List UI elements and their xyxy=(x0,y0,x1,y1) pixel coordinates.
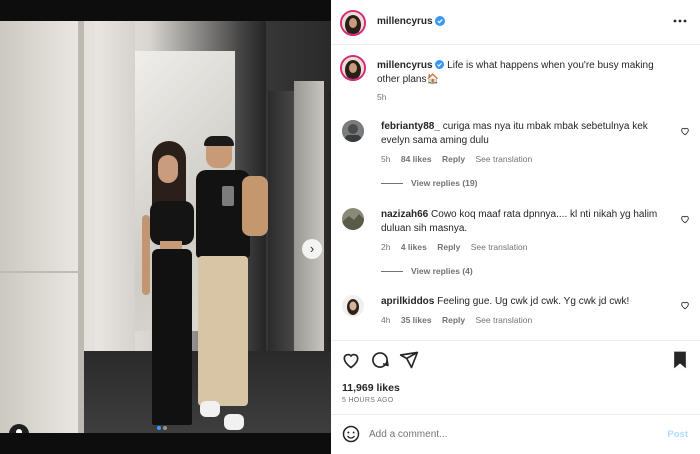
comment-likes[interactable]: 4 likes xyxy=(401,242,427,252)
reply-button[interactable]: Reply xyxy=(437,242,460,252)
post-sidebar: millencyrus millencyrus Life is what hap… xyxy=(331,0,700,454)
avatar-image xyxy=(342,208,364,230)
avatar-image xyxy=(342,57,364,79)
comment-meta: 2h 4 likes Reply See translation xyxy=(381,242,535,252)
post-media: › xyxy=(0,0,331,454)
comment-text: Feeling gue. Ug cwk jd cwk. Yg cwk jd cw… xyxy=(437,296,630,307)
comment-body: febrianty88_ curiga mas nya itu mbak mba… xyxy=(381,120,671,148)
verified-badge-icon xyxy=(435,16,445,26)
see-translation-link[interactable]: See translation xyxy=(475,315,532,325)
person-man xyxy=(192,136,272,431)
actions-divider xyxy=(331,340,700,341)
commenter-avatar[interactable] xyxy=(342,120,364,142)
comment-input[interactable] xyxy=(369,425,639,443)
reply-button[interactable]: Reply xyxy=(442,315,465,325)
avatar-image xyxy=(342,295,364,317)
see-translation-link[interactable]: See translation xyxy=(475,154,532,164)
caption-emoji: 🏠 xyxy=(426,74,439,85)
comment-likes[interactable]: 84 likes xyxy=(401,154,432,164)
comment-time: 2h xyxy=(381,242,391,252)
save-bookmark-icon[interactable] xyxy=(670,350,690,370)
commenter-avatar[interactable] xyxy=(342,208,364,230)
replies-line xyxy=(381,271,403,273)
user-tag-icon xyxy=(16,429,22,433)
more-horizontal-icon xyxy=(673,19,687,23)
header-divider xyxy=(331,44,700,45)
caption-text-block: millencyrus Life is what happens when yo… xyxy=(377,59,677,87)
commenter-username[interactable]: aprilkiddos xyxy=(381,296,434,307)
post-photo: › xyxy=(0,21,331,433)
commenter-username[interactable]: febrianty88_ xyxy=(381,121,440,132)
post-header: millencyrus xyxy=(331,0,700,44)
comment-item: febrianty88_ curiga mas nya itu mbak mba… xyxy=(331,118,700,198)
avatar-image xyxy=(342,120,364,142)
caption-username[interactable]: millencyrus xyxy=(377,60,433,71)
comment-like-icon[interactable] xyxy=(680,300,690,310)
carousel-dot-active xyxy=(157,426,161,430)
comment-composer: Post xyxy=(331,415,700,454)
caption-block: millencyrus Life is what happens when yo… xyxy=(331,52,700,108)
media-top-bar xyxy=(0,0,331,21)
action-bar xyxy=(331,346,700,374)
likes-count[interactable]: 11,969 likes xyxy=(342,382,400,394)
view-replies-button[interactable]: View replies (4) xyxy=(381,266,473,276)
like-heart-icon[interactable] xyxy=(341,350,361,370)
comment-item: aprilkiddos Feeling gue. Ug cwk jd cwk. … xyxy=(331,294,700,334)
carousel-dot xyxy=(163,426,167,430)
replies-line xyxy=(381,183,403,185)
tagged-users-button[interactable] xyxy=(9,424,29,433)
emoji-icon[interactable] xyxy=(342,425,360,443)
comment-bubble-icon[interactable] xyxy=(370,350,390,370)
reply-button[interactable]: Reply xyxy=(442,154,465,164)
see-translation-link[interactable]: See translation xyxy=(471,242,528,252)
view-replies-label: View replies (4) xyxy=(411,266,473,276)
post-time-ago: 5 HOURS AGO xyxy=(342,397,394,404)
comment-like-icon[interactable] xyxy=(680,214,690,224)
comment-item: nazizah66 Cowo koq maaf rata dpnnya.... … xyxy=(331,206,700,286)
comment-body: aprilkiddos Feeling gue. Ug cwk jd cwk. … xyxy=(381,295,671,309)
more-options-button[interactable] xyxy=(672,14,688,28)
next-slide-button[interactable]: › xyxy=(302,239,322,259)
share-send-icon[interactable] xyxy=(399,350,419,370)
view-replies-label: View replies (19) xyxy=(411,178,478,188)
commenter-avatar[interactable] xyxy=(342,295,364,317)
avatar-image xyxy=(342,12,364,34)
post-comment-button[interactable]: Post xyxy=(667,429,688,440)
comment-likes[interactable]: 35 likes xyxy=(401,315,432,325)
view-replies-button[interactable]: View replies (19) xyxy=(381,178,477,188)
author-username[interactable]: millencyrus xyxy=(377,16,433,27)
comment-meta: 5h 84 likes Reply See translation xyxy=(381,154,540,164)
comment-body: nazizah66 Cowo koq maaf rata dpnnya.... … xyxy=(381,208,671,236)
comment-time: 4h xyxy=(381,315,391,325)
comment-time: 5h xyxy=(381,154,391,164)
author-avatar[interactable] xyxy=(340,10,366,36)
media-bottom-bar xyxy=(0,433,331,454)
instagram-post-window: › millencyrus millencyrus Life is what h… xyxy=(0,0,700,454)
comment-meta: 4h 35 likes Reply See translation xyxy=(381,315,540,325)
caption-avatar[interactable] xyxy=(340,55,366,81)
caption-time: 5h xyxy=(377,92,387,102)
verified-badge-icon xyxy=(435,60,445,69)
comment-like-icon[interactable] xyxy=(680,126,690,136)
commenter-username[interactable]: nazizah66 xyxy=(381,209,428,220)
carousel-dots xyxy=(156,417,168,433)
